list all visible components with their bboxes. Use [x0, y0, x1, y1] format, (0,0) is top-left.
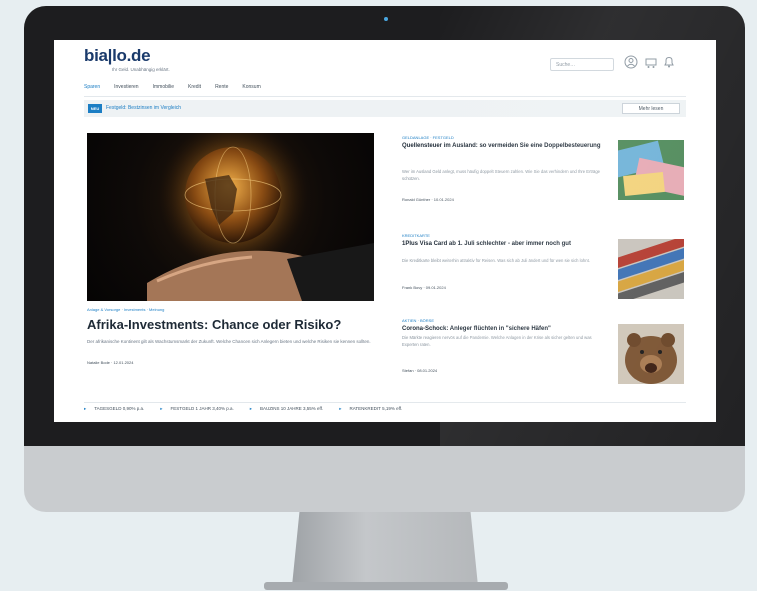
news-ticker-strip: NEU Festgeld: Bestzinsen im Vergleich Me… — [84, 100, 686, 117]
monitor-chin — [24, 446, 745, 512]
article-category[interactable]: AKTIEN · BÖRSE — [402, 318, 434, 323]
ticker-more-button[interactable]: Mehr lesen — [622, 103, 680, 114]
nav-item-investieren[interactable]: Investieren — [114, 84, 138, 94]
glowing-globe-hand-illustration — [147, 133, 374, 301]
article-headline[interactable]: Corona-Schock: Anleger flüchten in "sich… — [402, 325, 602, 334]
nav-item-sparen[interactable]: Sparen — [84, 84, 100, 94]
ticker-badge: NEU — [88, 104, 102, 113]
browser-screen: bia|lo.de Ihr Geld. Unabhängig erklärt. … — [54, 40, 716, 422]
hero-teaser: Der afrikanische Kontinent gilt als Wach… — [87, 339, 371, 344]
nav-item-rente[interactable]: Rente — [215, 84, 228, 94]
site-tagline: Ihr Geld. Unabhängig erklärt. — [112, 67, 170, 72]
ticker-link[interactable]: Festgeld: Bestzinsen im Vergleich — [106, 105, 181, 111]
nav-divider — [84, 96, 686, 97]
rate-item[interactable]: TAGESGELD 0,90% p.a. — [84, 406, 144, 412]
article-headline[interactable]: 1Plus Visa Card ab 1. Juli schlechter - … — [402, 240, 602, 249]
monitor-stand-base — [264, 582, 508, 590]
cart-icon[interactable] — [644, 55, 658, 69]
article-byline: Stefan · 08.01.2024 — [402, 368, 438, 373]
banknotes-image — [618, 140, 684, 200]
article-teaser: Die Märkte reagieren nervös auf die Pand… — [402, 335, 592, 347]
hero-headline[interactable]: Afrika-Investments: Chance oder Risiko? — [87, 317, 377, 333]
bell-icon[interactable] — [662, 55, 676, 69]
article-category[interactable]: KREDITKARTE — [402, 233, 430, 238]
rate-item[interactable]: RATENKREDIT 5,19% eff. — [339, 406, 403, 412]
rate-ticker: TAGESGELD 0,90% p.a. FESTGELD 1 JAHR 3,4… — [84, 402, 686, 415]
site-logo[interactable]: bia|lo.de — [84, 46, 151, 66]
nav-item-konsum[interactable]: Konsum — [242, 84, 260, 94]
article-category[interactable]: GELDANLAGE · FESTGELD — [402, 135, 454, 140]
bear-image — [618, 324, 684, 384]
site-header: bia|lo.de Ihr Geld. Unabhängig erklärt. … — [54, 40, 716, 78]
hero-image[interactable] — [87, 133, 374, 301]
article-card[interactable]: GELDANLAGE · FESTGELD Quellensteuer im A… — [402, 135, 692, 207]
rate-item[interactable]: BAUZINS 10 JAHRE 3,55% eff. — [250, 406, 323, 412]
article-thumbnail[interactable] — [618, 239, 684, 299]
webcam-dot — [384, 17, 388, 21]
search-input[interactable]: Suche… — [550, 58, 614, 71]
article-teaser: Wer im Ausland Geld anlegt, muss häufig … — [402, 169, 601, 181]
article-teaser: Die Kreditkarte bleibt weiterhin attrakt… — [402, 258, 590, 263]
article-thumbnail[interactable] — [618, 140, 684, 200]
nav-item-kredit[interactable]: Kredit — [188, 84, 201, 94]
article-thumbnail[interactable] — [618, 324, 684, 384]
article-byline: Frank Bovy · 09.01.2024 — [402, 285, 446, 290]
article-headline[interactable]: Quellensteuer im Ausland: so vermeiden S… — [402, 142, 602, 151]
article-card[interactable]: AKTIEN · BÖRSE Corona-Schock: Anleger fl… — [402, 318, 692, 388]
nav-item-immobilie[interactable]: Immobilie — [153, 84, 174, 94]
article-card[interactable]: KREDITKARTE 1Plus Visa Card ab 1. Juli s… — [402, 233, 692, 305]
main-nav: Sparen Investieren Immobilie Kredit Rent… — [84, 84, 261, 94]
article-byline: Ronald Günther · 10.01.2024 — [402, 197, 454, 202]
rate-item[interactable]: FESTGELD 1 JAHR 3,40% p.a. — [160, 406, 233, 412]
monitor-stand — [292, 512, 478, 586]
credit-cards-image — [618, 239, 684, 299]
user-icon[interactable] — [624, 55, 638, 69]
hero-category[interactable]: Anlage & Vorsorge · Investments · Meinun… — [87, 307, 164, 312]
hero-byline: Natalie Bode · 12.01.2024 — [87, 360, 134, 365]
